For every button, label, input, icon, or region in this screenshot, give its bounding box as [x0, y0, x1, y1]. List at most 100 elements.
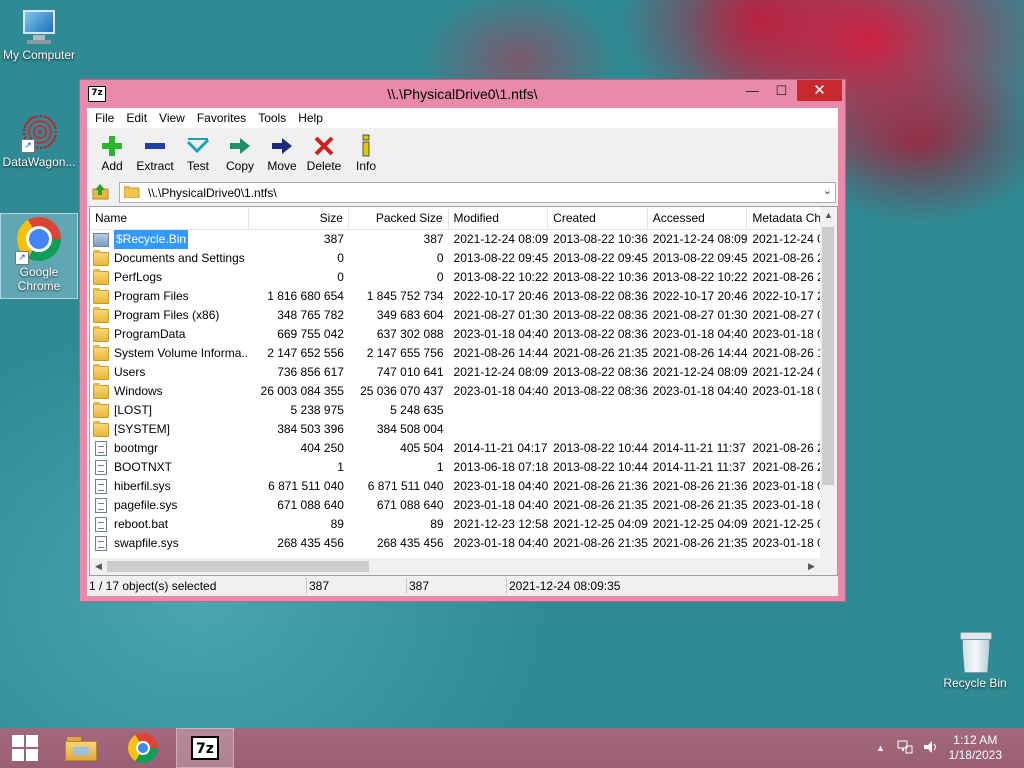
chevron-down-icon[interactable]: ⌄ [823, 184, 832, 197]
cell-size: 26 003 084 355 [260, 384, 344, 398]
menu-favorites[interactable]: Favorites [191, 111, 252, 125]
vertical-scroll-thumb[interactable] [822, 227, 834, 485]
cell-name: System Volume Informa... [90, 344, 249, 363]
cell-modified: 2021-12-24 08:09 [453, 232, 549, 246]
table-row[interactable]: Program Files (x86) 348 765 782 349 683 60… [90, 306, 837, 325]
file-name: Users [114, 365, 146, 379]
column-header-created[interactable]: Created [548, 207, 648, 229]
cell-size: 671 088 640 [277, 498, 344, 512]
path-combobox[interactable]: \\.\PhysicalDrive0\1.ntfs\ ⌄ [119, 182, 836, 203]
extract-button[interactable]: Extract [133, 128, 177, 180]
column-header-packed-size[interactable]: Packed Size [349, 207, 449, 229]
table-row[interactable]: Windows 26 003 084 355 25 036 070 437 2023-… [90, 382, 837, 401]
cell-name: Documents and Settings [90, 249, 249, 268]
menu-view[interactable]: View [153, 111, 191, 125]
taskbar: 7z ▲ 1:12 AM 1/18/2023 [0, 728, 1024, 768]
add-button[interactable]: Add [91, 128, 133, 180]
show-hidden-icons-chevron-icon[interactable]: ▲ [876, 743, 885, 753]
chrome-icon [128, 733, 158, 763]
cell-size: 89 [330, 517, 344, 531]
table-row[interactable]: $Recycle.Bin 387 387 2021-12-24 08:09 2013-0… [90, 230, 837, 249]
datawagon-icon: ↗ [19, 113, 59, 153]
minimize-button[interactable]: — [739, 80, 766, 101]
clock[interactable]: 1:12 AM 1/18/2023 [949, 733, 1002, 763]
table-row[interactable]: [SYSTEM] 384 503 396 384 508 004 [90, 420, 837, 439]
cell-size: 736 856 617 [277, 365, 344, 379]
close-button[interactable]: ✕ [797, 80, 842, 101]
folder-icon [93, 344, 109, 361]
table-row[interactable]: PerfLogs 0 0 2013-08-22 10:22 2013-08-22 10:… [90, 268, 837, 287]
up-folder-button[interactable] [89, 182, 113, 202]
desktop-icon-datawagon[interactable]: ↗ DataWagon... [1, 113, 77, 169]
cell-accessed: 2021-08-26 21:36 [652, 479, 748, 493]
menu-tools[interactable]: Tools [252, 111, 292, 125]
file-icon [95, 441, 107, 456]
table-row[interactable]: [LOST] 5 238 975 5 248 635 [90, 401, 837, 420]
taskbar-7zip[interactable]: 7z [176, 728, 234, 768]
cell-size: 387 [323, 232, 344, 246]
file-explorer-icon [65, 735, 97, 761]
desktop-icon-recycle-bin[interactable]: Recycle Bin [937, 630, 1013, 690]
table-row[interactable]: Users 736 856 617 747 010 641 2021-12-24 08… [90, 363, 837, 382]
column-header-modified[interactable]: Modified [449, 207, 549, 229]
cell-modified: 2022-10-17 20:46 [453, 289, 549, 303]
menu-file[interactable]: File [89, 111, 120, 125]
table-row[interactable]: ProgramData 669 755 042 637 302 088 2023-01… [90, 325, 837, 344]
cell-packed-size: 1 [436, 460, 444, 474]
cell-name: [LOST] [90, 401, 249, 420]
network-icon[interactable] [897, 740, 913, 757]
file-name: $Recycle.Bin [114, 230, 189, 249]
menu-help[interactable]: Help [292, 111, 329, 125]
cell-size: 268 435 456 [277, 536, 344, 550]
desktop-icon-my-computer[interactable]: My Computer [1, 8, 77, 62]
up-arrow-folder-icon [92, 184, 109, 200]
desktop-icon-google-chrome[interactable]: ↗ Google Chrome [0, 213, 78, 299]
folder-icon [123, 185, 140, 201]
cell-packed-size: 349 683 604 [376, 308, 444, 322]
test-button[interactable]: Test [177, 128, 219, 180]
table-row[interactable]: reboot.bat 89 89 2021-12-23 12:58 2021-12-25… [90, 515, 837, 534]
cell-created: 2021-08-26 21:35 [553, 346, 648, 360]
path-text: \\.\PhysicalDrive0\1.ntfs\ [148, 185, 277, 200]
table-row[interactable]: bootmgr 404 250 405 504 2014-11-21 04:17 201… [90, 439, 837, 458]
copy-button[interactable]: Copy [219, 128, 261, 180]
table-row[interactable]: Program Files 1 816 680 654 1 845 752 734 2… [90, 287, 837, 306]
menu-edit[interactable]: Edit [120, 111, 153, 125]
table-row[interactable]: System Volume Informa... 2 147 652 556 2 1… [90, 344, 837, 363]
scroll-left-icon[interactable]: ◀ [90, 558, 107, 575]
table-row[interactable]: BOOTNXT 1 1 2013-06-18 07:18 2013-08-22 10:4… [90, 458, 837, 477]
volume-icon[interactable] [923, 740, 939, 757]
cell-name: ProgramData [90, 325, 249, 344]
status-modified: 2021-12-24 08:09:35 [509, 579, 621, 593]
start-button[interactable] [0, 728, 50, 768]
taskbar-file-explorer[interactable] [56, 728, 106, 768]
horizontal-scroll-thumb[interactable] [107, 561, 369, 572]
file-name: [SYSTEM] [114, 422, 171, 436]
vertical-scrollbar[interactable]: ▲ [820, 207, 837, 575]
table-row[interactable]: hiberfil.sys 6 871 511 040 6 871 511 040 20… [90, 477, 837, 496]
cell-packed-size: 2 147 655 756 [366, 346, 444, 360]
table-row[interactable]: swapfile.sys 268 435 456 268 435 456 2023-0… [90, 534, 837, 553]
file-name: Documents and Settings [114, 251, 245, 265]
column-header-size[interactable]: Size [249, 207, 349, 229]
title-bar[interactable]: 7z \\.\PhysicalDrive0\1.ntfs\ — ☐ ✕ [80, 80, 845, 107]
cell-name: PerfLogs [90, 268, 249, 287]
column-header-accessed[interactable]: Accessed [648, 207, 748, 229]
table-row[interactable]: Documents and Settings 0 0 2013-08-22 09:45… [90, 249, 837, 268]
file-name: Program Files [114, 289, 189, 303]
list-rows: $Recycle.Bin 387 387 2021-12-24 08:09 2013-0… [90, 230, 837, 553]
move-button[interactable]: Move [261, 128, 303, 180]
file-name: Program Files (x86) [114, 308, 220, 322]
scroll-up-icon[interactable]: ▲ [820, 207, 837, 224]
table-row[interactable]: pagefile.sys 671 088 640 671 088 640 2023-0… [90, 496, 837, 515]
column-header-name[interactable]: Name [90, 207, 250, 229]
delete-button[interactable]: Delete [303, 128, 345, 180]
taskbar-chrome[interactable] [118, 728, 168, 768]
cell-name: [SYSTEM] [90, 420, 249, 439]
scroll-right-icon[interactable]: ▶ [803, 558, 820, 575]
horizontal-scrollbar[interactable]: ◀ ▶ [90, 558, 820, 575]
cell-packed-size: 637 302 088 [376, 327, 444, 341]
info-button[interactable]: Info [345, 128, 387, 180]
maximize-button[interactable]: ☐ [768, 80, 795, 101]
window-client: File Edit View Favorites Tools Help Add … [87, 108, 838, 596]
